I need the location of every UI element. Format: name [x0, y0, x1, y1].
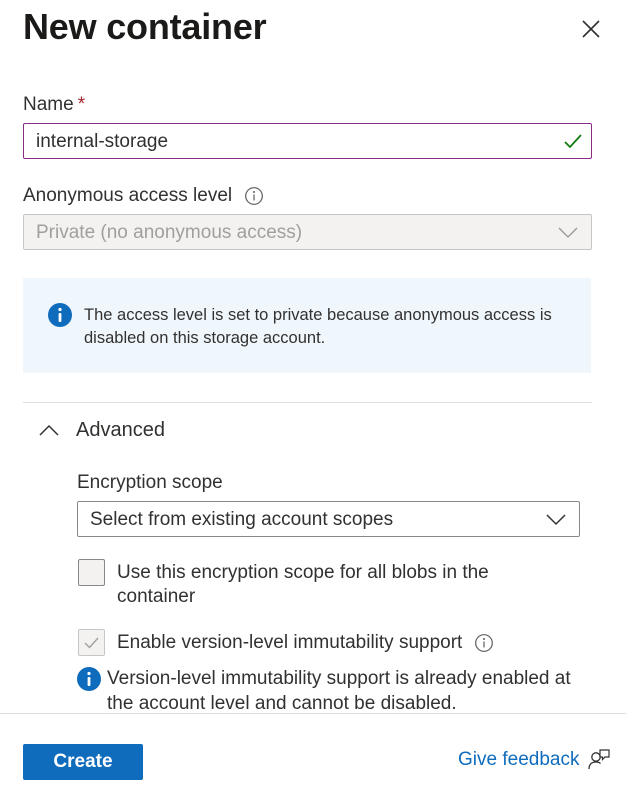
immutability-note-text: Version-level immutability support is al… [107, 668, 571, 714]
name-input[interactable]: internal-storage [23, 123, 592, 159]
create-button[interactable]: Create [23, 744, 143, 780]
info-icon[interactable] [474, 633, 494, 653]
checkmark-icon [564, 134, 582, 149]
footer: Create Give feedback [0, 714, 626, 800]
use-scope-checkbox[interactable] [78, 559, 105, 586]
info-message-bar: The access level is set to private becau… [23, 278, 591, 373]
name-input-value: internal-storage [36, 131, 169, 152]
encryption-scope-dropdown[interactable]: Select from existing account scopes [77, 501, 580, 537]
name-label: Name * [23, 94, 85, 116]
info-icon [77, 667, 101, 691]
use-scope-checkbox-label: Use this encryption scope for all blobs … [117, 562, 489, 607]
advanced-toggle[interactable]: Advanced [38, 414, 165, 446]
give-feedback-label: Give feedback [458, 749, 580, 770]
encryption-scope-label: Encryption scope [77, 472, 223, 493]
access-level-label: Anonymous access level [23, 185, 264, 207]
info-icon [48, 303, 72, 327]
advanced-label: Advanced [76, 418, 165, 441]
chevron-down-icon [546, 514, 566, 526]
access-level-dropdown[interactable]: Private (no anonymous access) [23, 214, 592, 250]
info-message-text: The access level is set to private becau… [84, 306, 552, 347]
section-divider [23, 402, 592, 403]
close-button[interactable] [576, 14, 606, 44]
feedback-person-icon [588, 749, 611, 770]
immutability-checkbox-text: Enable version-level immutability suppor… [117, 632, 463, 653]
page-title: New container [23, 6, 267, 47]
info-icon[interactable] [244, 186, 264, 206]
access-level-value: Private (no anonymous access) [36, 222, 303, 243]
chevron-down-icon [558, 227, 578, 239]
immutability-checkbox[interactable] [78, 629, 105, 656]
give-feedback-link[interactable]: Give feedback [458, 748, 611, 772]
name-label-text: Name [23, 94, 74, 115]
chevron-up-icon [39, 424, 59, 436]
immutability-checkbox-label: Enable version-level immutability suppor… [117, 631, 494, 655]
close-icon [582, 20, 600, 38]
required-marker: * [77, 94, 86, 115]
access-level-label-text: Anonymous access level [23, 185, 233, 206]
checkmark-icon [84, 637, 99, 649]
encryption-scope-value: Select from existing account scopes [90, 509, 394, 530]
